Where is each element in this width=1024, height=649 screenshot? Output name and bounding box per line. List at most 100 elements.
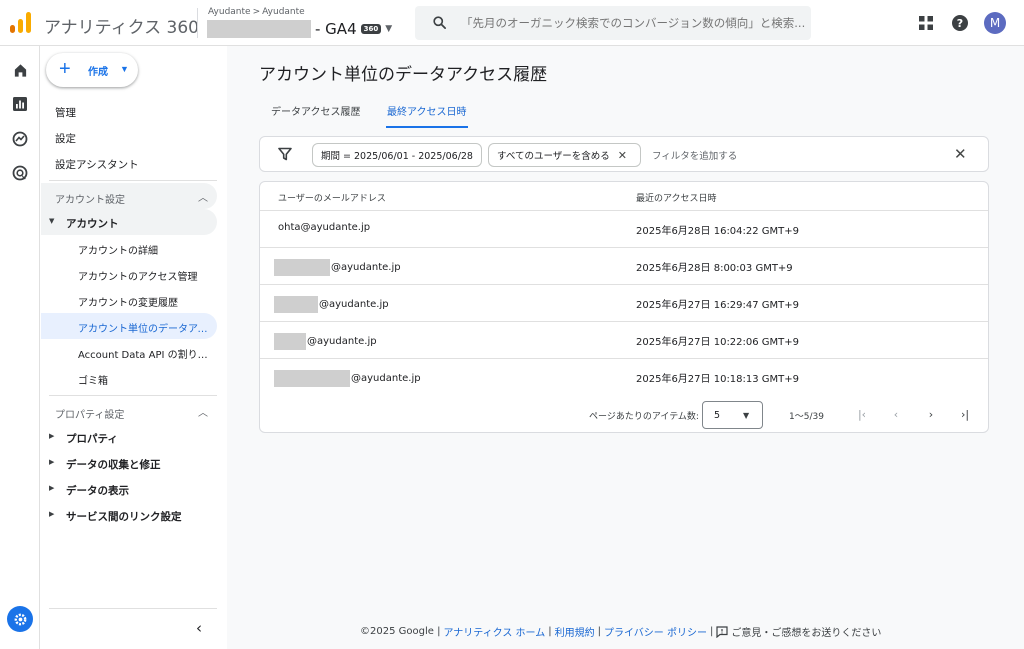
tree-product-links[interactable]: ▶ サービス間のリンク設定 [41, 502, 217, 528]
chevron-up-icon: ︿ [198, 408, 208, 419]
explore-icon[interactable] [11, 130, 29, 148]
property-name: - GA4 [315, 20, 357, 38]
filter-icon[interactable] [278, 147, 292, 161]
nav-account-change-history[interactable]: アカウントの変更履歴 [41, 287, 217, 313]
redacted-email-user [274, 259, 330, 276]
footer-separator: | [709, 626, 714, 637]
cell-last-access: 2025年6月28日 8:00:03 GMT+9 [636, 263, 793, 274]
search-input[interactable] [461, 14, 805, 32]
nav-account-details-label: アカウントの詳細 [78, 246, 158, 257]
chevron-down-icon: ▼ [743, 411, 750, 420]
tree-data-display-label: データの表示 [66, 485, 129, 497]
feedback-icon[interactable] [716, 625, 728, 638]
search-bar[interactable] [415, 6, 811, 40]
property-picker[interactable]: - GA4 360 ▼ [207, 20, 392, 38]
footer-separator: | [597, 626, 601, 637]
nav-account-details[interactable]: アカウントの詳細 [41, 235, 217, 261]
section-divider [49, 180, 217, 181]
email-text: ohta@ayudante.jp [278, 222, 371, 233]
previous-page-icon[interactable]: ‹ [886, 404, 906, 424]
tab-data-access-history[interactable]: データアクセス履歴 [271, 103, 361, 127]
email-text: @ayudante.jp [351, 373, 421, 384]
active-tab-indicator [386, 126, 468, 128]
chevron-down-icon: ▼ [385, 24, 393, 34]
top-app-bar: アナリティクス 360 Ayudante > Ayudante - GA4 36… [0, 0, 1024, 46]
account-settings-title: アカウント設定 [55, 195, 125, 206]
nav-settings[interactable]: 設定 [55, 131, 76, 146]
account-avatar[interactable]: M [984, 12, 1006, 34]
account-settings-header[interactable]: アカウント設定 ︿ [41, 183, 217, 209]
last-page-icon[interactable]: ›| [955, 404, 975, 424]
cell-email: ohta@ayudante.jp [278, 222, 370, 233]
home-icon[interactable] [11, 61, 29, 79]
breadcrumb-separator: > [252, 7, 261, 17]
nav-setup-assistant[interactable]: 設定アシスタント [55, 157, 139, 172]
nav-account-access-management[interactable]: アカウントのアクセス管理 [41, 261, 217, 287]
column-header-last-access[interactable]: 最近のアクセス日時 [636, 191, 717, 204]
analytics-logo-icon[interactable] [10, 11, 32, 33]
email-text: @ayudante.jp [307, 336, 377, 347]
cell-email: @ayudante.jp [274, 370, 421, 387]
filter-bar: 期間 = 2025/06/01 - 2025/06/28 すべてのユーザーを含め… [259, 136, 989, 172]
email-text: @ayudante.jp [331, 262, 401, 273]
nav-trash[interactable]: ゴミ箱 [41, 365, 217, 391]
footer-copyright: ©2025 Google | [360, 626, 441, 637]
cell-email: @ayudante.jp [274, 296, 389, 313]
tree-data-collection-label: データの収集と修正 [66, 459, 161, 471]
chevron-up-icon: ︿ [198, 193, 208, 204]
tree-property[interactable]: ▶ プロパティ [41, 424, 217, 450]
tree-product-links-label: サービス間のリンク設定 [66, 511, 182, 523]
filter-chip-date-range[interactable]: 期間 = 2025/06/01 - 2025/06/28 [312, 143, 482, 167]
footer: ©2025 Google | アナリティクス ホーム | 利用規約 | プライバ… [360, 624, 881, 639]
create-button[interactable]: + 作成 ▼ [46, 53, 138, 87]
breadcrumb-account: Ayudante [208, 7, 251, 17]
badge-360: 360 [360, 24, 382, 34]
breadcrumb-property: Ayudante [262, 7, 305, 17]
search-icon [433, 16, 446, 29]
chevron-down-icon: ▼ [120, 64, 129, 74]
tree-data-collection[interactable]: ▶ データの収集と修正 [41, 450, 217, 476]
next-page-icon[interactable]: › [921, 404, 941, 424]
tree-data-display[interactable]: ▶ データの表示 [41, 476, 217, 502]
footer-link-terms[interactable]: 利用規約 [555, 624, 595, 639]
clear-filters-close-icon[interactable]: ✕ [954, 145, 967, 163]
apps-grid-icon[interactable] [916, 13, 936, 33]
breadcrumb[interactable]: Ayudante > Ayudante [208, 7, 305, 17]
nav-account-data-api-quota[interactable]: Account Data API の割り当て [41, 339, 217, 365]
caret-right-icon: ▶ [49, 458, 55, 466]
reports-icon[interactable] [11, 95, 29, 113]
items-per-page-select[interactable]: 5 ▼ [702, 401, 763, 429]
tree-property-label: プロパティ [66, 433, 118, 445]
admin-gear-icon[interactable] [7, 606, 33, 632]
nav-data-access-history-label: アカウント単位のデータアクセス履歴 [78, 324, 214, 335]
footer-separator: | [548, 626, 552, 637]
nav-account-data-access-history[interactable]: アカウント単位のデータアクセス履歴 [41, 313, 217, 339]
tree-account[interactable]: ▼ アカウント [41, 209, 217, 235]
items-per-page-label: ページあたりのアイテム数: [589, 412, 699, 422]
first-page-icon[interactable]: |‹ [852, 404, 872, 424]
help-icon[interactable]: ? [950, 13, 970, 33]
footer-feedback-link[interactable]: ご意見・ご感想をお送りください [731, 624, 881, 639]
section-divider [49, 395, 217, 396]
footer-link-analytics-home[interactable]: アナリティクス ホーム [443, 624, 545, 639]
admin-sidebar: + 作成 ▼ 管理 設定 設定アシスタント アカウント設定 ︿ ▼ アカウント … [41, 46, 227, 649]
filter-chip-all-users[interactable]: すべてのユーザーを含める ✕ [488, 143, 641, 167]
property-settings-header[interactable]: プロパティ設定 ︿ [41, 398, 217, 424]
property-settings-title: プロパティ設定 [55, 410, 125, 421]
tab-last-access-time[interactable]: 最終アクセス日時 [387, 103, 467, 127]
column-header-email[interactable]: ユーザーのメールアドレス [278, 191, 386, 204]
nav-admin[interactable]: 管理 [55, 105, 76, 120]
collapse-sidebar-chevron-left-icon[interactable]: ‹ [189, 618, 209, 638]
svg-text:?: ? [957, 17, 963, 30]
advertising-icon[interactable] [11, 164, 29, 182]
caret-right-icon: ▶ [49, 484, 55, 492]
nav-account-change-history-label: アカウントの変更履歴 [78, 298, 178, 309]
add-filter-input[interactable]: フィルタを追加する [652, 148, 737, 162]
redacted-email-user [274, 296, 318, 313]
table-row: @ayudante.jp 2025年6月28日 8:00:03 GMT+9 [260, 247, 988, 284]
caret-down-icon: ▼ [49, 217, 55, 225]
plus-icon: + [59, 58, 71, 80]
remove-chip-close-icon[interactable]: ✕ [618, 149, 627, 162]
create-label: 作成 [88, 67, 108, 78]
footer-link-privacy[interactable]: プライバシー ポリシー [604, 624, 707, 639]
